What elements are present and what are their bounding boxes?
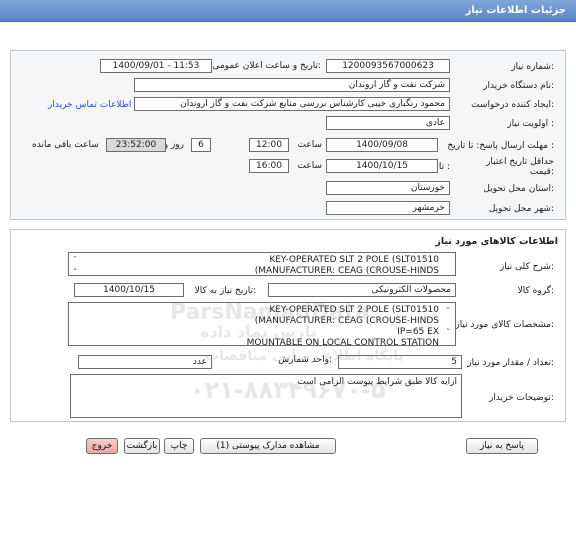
goods-section-title: اطلاعات کالاهای مورد نیاز: [435, 236, 558, 247]
creator-field: محمود رنگباری خیبی کارشناس بررسی منابع ش…: [134, 97, 450, 111]
group-field: محصولات الکترونیکی: [268, 283, 456, 297]
summary-line-2: (MANUFACTURER: CEAG (CROUSE-HINDS: [254, 266, 439, 276]
page-title: جزئیات اطلاعات نیاز: [465, 5, 566, 16]
province-field: خوزستان: [326, 181, 450, 195]
buyer-org-field: شرکت نفت و گاز اروندان: [134, 78, 450, 92]
need-date-label: تاریخ نیاز به کالا:: [194, 286, 256, 296]
spec-label: مشخصات کالای مورد نیاز:: [455, 320, 554, 330]
need-number-field: 1200093567000623: [326, 59, 450, 73]
qty-label: تعداد / مقدار مورد نیاز:: [467, 358, 554, 368]
province-label: استان محل تحویل:: [483, 184, 554, 194]
buyer-org-label: نام دستگاه خریدار:: [483, 81, 554, 91]
need-info-panel: [10, 50, 566, 220]
announce-label: تاریخ و ساعت اعلان عمومی:: [212, 61, 321, 71]
unit-field: عدد: [78, 355, 212, 369]
deadline-time-label: ساعت: [297, 140, 323, 150]
city-label: شهر محل تحویل:: [488, 204, 554, 214]
priority-label: اولویت نیاز :: [507, 119, 554, 129]
remaining-time-field: 23:52:00: [106, 138, 166, 152]
deadline-date-field: 1400/09/08: [326, 138, 438, 152]
validity-label-2: قیمت:: [529, 167, 554, 177]
buyer-contact-link[interactable]: اطلاعات تماس خریدار: [48, 100, 131, 110]
deadline-time-field: 12:00: [249, 138, 289, 152]
summary-textarea: ⌃ ⌄ KEY-OPERATED SLT 2 POLE (SLT01510 (MA…: [68, 252, 456, 276]
summary-line-1: KEY-OPERATED SLT 2 POLE (SLT01510: [269, 255, 439, 265]
group-label: گروه کالا:: [517, 286, 554, 296]
exit-button[interactable]: خروج: [86, 438, 118, 454]
validity-time-field: 16:00: [249, 159, 289, 173]
page-header: جزئیات اطلاعات نیاز: [0, 0, 576, 22]
scroll-arrows-icon[interactable]: ⌃ ⌄: [71, 255, 79, 273]
need-date-field: 1400/10/15: [74, 283, 184, 297]
creator-label: ایجاد کننده درخواست:: [471, 100, 554, 110]
watermark-persian-name: پارس نماد داده: [200, 322, 317, 341]
days-remaining-field: 6: [191, 138, 211, 152]
summary-label: شرح کلی نیاز:: [499, 262, 554, 272]
validity-label: حداقل تاریخ اعتبار: [486, 157, 554, 167]
attachments-button[interactable]: مشاهده مدارک پیوستی (1): [200, 438, 336, 454]
validity-time-label: ساعت: [297, 161, 323, 171]
deadline-label: مهلت ارسال پاسخ: تا تاریخ :: [447, 141, 554, 151]
remaining-label: ساعت باقی مانده: [32, 140, 99, 150]
print-button[interactable]: چاپ: [164, 438, 194, 454]
need-number-label: شماره نیاز:: [511, 62, 554, 72]
buyer-desc-label: توضیحات خریدار:: [488, 393, 554, 403]
priority-field: عادی: [326, 116, 450, 130]
back-button[interactable]: بازگشت: [124, 438, 160, 454]
announce-field: 1400/09/01 - 11:53: [100, 59, 212, 73]
spec-scroll-arrows-icon[interactable]: ⌃ ⌄: [444, 306, 452, 333]
days-label: روز و: [163, 140, 184, 150]
validity-date-field: 1400/10/15: [326, 159, 438, 173]
watermark-phone: ۰۲۱-۸۸۳۴۹۶۷۰-۵: [190, 376, 386, 404]
watermark-tagline: پایگاه اطلاع رسانی مناقصات: [205, 348, 404, 364]
reply-button[interactable]: پاسخ به نیاز: [466, 438, 538, 454]
city-field: خرمشهر: [326, 201, 450, 215]
